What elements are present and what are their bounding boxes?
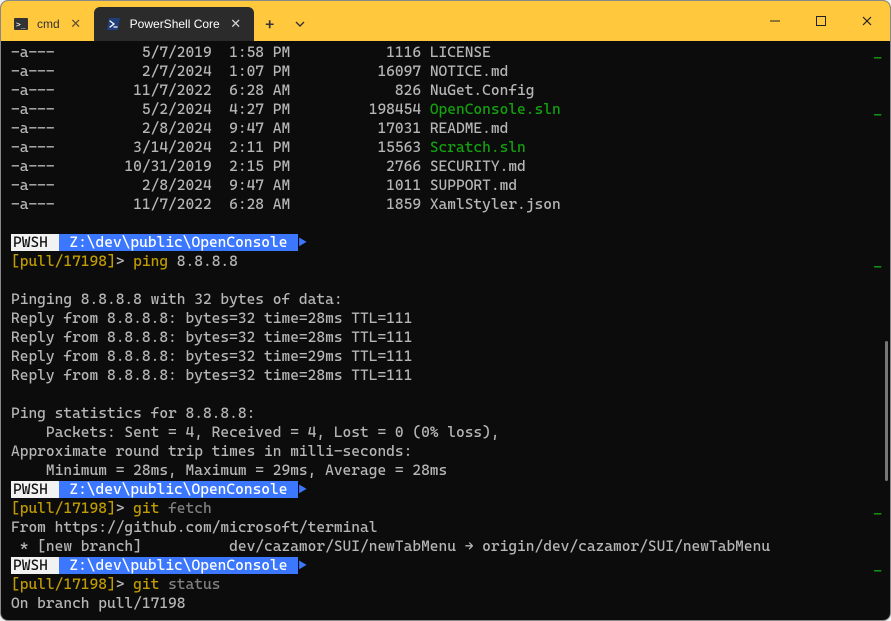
command-line: [pull/17198]> git status — [11, 575, 884, 594]
titlebar-drag-area[interactable] — [314, 1, 752, 41]
new-tab-button[interactable]: + — [254, 7, 286, 41]
output-line: Approximate round trip times in milli-se… — [11, 442, 884, 461]
tab-label: PowerShell Core — [130, 17, 220, 31]
cmd-icon: >_ — [13, 16, 29, 32]
scrollbar-thumb[interactable] — [885, 341, 888, 481]
mark-indicator: - — [873, 106, 882, 124]
file-row: -a--- 2/7/2024 1:07 PM 16097 NOTICE.md — [11, 62, 884, 81]
prompt-path: Z:\dev\public\OpenConsole — [59, 234, 299, 251]
output-line: Reply from 8.8.8.8: bytes=32 time=28ms T… — [11, 328, 884, 347]
prompt-path: Z:\dev\public\OpenConsole — [59, 481, 299, 498]
tab-cmd[interactable]: >_ cmd ✕ — [1, 7, 94, 41]
tab-strip: >_ cmd ✕ PowerShell Core ✕ — [1, 1, 254, 41]
close-window-button[interactable] — [844, 1, 890, 41]
titlebar: >_ cmd ✕ PowerShell Core ✕ + — [1, 1, 890, 41]
file-row: -a--- 11/7/2022 6:28 AM 1859 XamlStyler.… — [11, 195, 884, 214]
file-row: -a--- 10/31/2019 2:15 PM 2766 SECURITY.m… — [11, 157, 884, 176]
scrollbar[interactable] — [879, 41, 889, 620]
tab-dropdown-button[interactable] — [286, 7, 314, 41]
prompt-shell: PWSH — [11, 557, 59, 574]
command-line: [pull/17198]> ping 8.8.8.8 — [11, 252, 884, 271]
tab-powershell-core[interactable]: PowerShell Core ✕ — [94, 7, 254, 41]
mark-indicator: - — [873, 505, 882, 523]
command-line: [pull/17198]> git fetch — [11, 499, 884, 518]
prompt-path: Z:\dev\public\OpenConsole — [59, 557, 299, 574]
terminal-window: >_ cmd ✕ PowerShell Core ✕ + — [0, 0, 891, 621]
maximize-button[interactable] — [798, 1, 844, 41]
prompt-branch: [pull/17198] — [11, 576, 116, 593]
prompt-line: PWSH Z:\dev\public\OpenConsole ▶ — [11, 556, 884, 575]
output-line: Reply from 8.8.8.8: bytes=32 time=28ms T… — [11, 366, 884, 385]
output-line: Packets: Sent = 4, Received = 4, Lost = … — [11, 423, 884, 442]
minimize-button[interactable] — [752, 1, 798, 41]
mark-indicator: - — [873, 562, 882, 580]
prompt-shell: PWSH — [11, 234, 59, 251]
output-line: Pinging 8.8.8.8 with 32 bytes of data: — [11, 290, 884, 309]
output-line: Reply from 8.8.8.8: bytes=32 time=28ms T… — [11, 309, 884, 328]
window-controls — [752, 1, 890, 41]
svg-text:>_: >_ — [16, 20, 26, 29]
output-line: Ping statistics for 8.8.8.8: — [11, 404, 884, 423]
file-row: -a--- 3/14/2024 2:11 PM 15563 Scratch.sl… — [11, 138, 884, 157]
prompt-shell: PWSH — [11, 481, 59, 498]
output-line: Minimum = 28ms, Maximum = 29ms, Average … — [11, 461, 884, 480]
output-line: * [new branch] dev/cazamor/SUI/newTabMen… — [11, 537, 884, 556]
file-row: -a--- 5/7/2019 1:58 PM 1116 LICENSE — [11, 43, 884, 62]
prompt-line: PWSH Z:\dev\public\OpenConsole ▶ — [11, 233, 884, 252]
file-row: -a--- 5/2/2024 4:27 PM 198454 OpenConsol… — [11, 100, 884, 119]
terminal-output[interactable]: -a--- 5/7/2019 1:58 PM 1116 LICENSE-a---… — [1, 41, 890, 620]
file-row: -a--- 11/7/2022 6:28 AM 826 NuGet.Config — [11, 81, 884, 100]
prompt-branch: [pull/17198] — [11, 500, 116, 517]
prompt-line: PWSH Z:\dev\public\OpenConsole ▶ — [11, 480, 884, 499]
prompt-branch: [pull/17198] — [11, 253, 116, 270]
mark-indicator: - — [873, 49, 882, 67]
output-line: On branch pull/17198 — [11, 594, 884, 613]
close-icon[interactable]: ✕ — [68, 16, 84, 32]
output-line: Reply from 8.8.8.8: bytes=32 time=29ms T… — [11, 347, 884, 366]
file-row: -a--- 2/8/2024 9:47 AM 17031 README.md — [11, 119, 884, 138]
output-line: From https://github.com/microsoft/termin… — [11, 518, 884, 537]
file-row: -a--- 2/8/2024 9:47 AM 1011 SUPPORT.md — [11, 176, 884, 195]
mark-indicator: - — [873, 258, 882, 276]
tab-label: cmd — [37, 17, 60, 31]
close-icon[interactable]: ✕ — [228, 16, 244, 32]
powershell-icon — [106, 16, 122, 32]
